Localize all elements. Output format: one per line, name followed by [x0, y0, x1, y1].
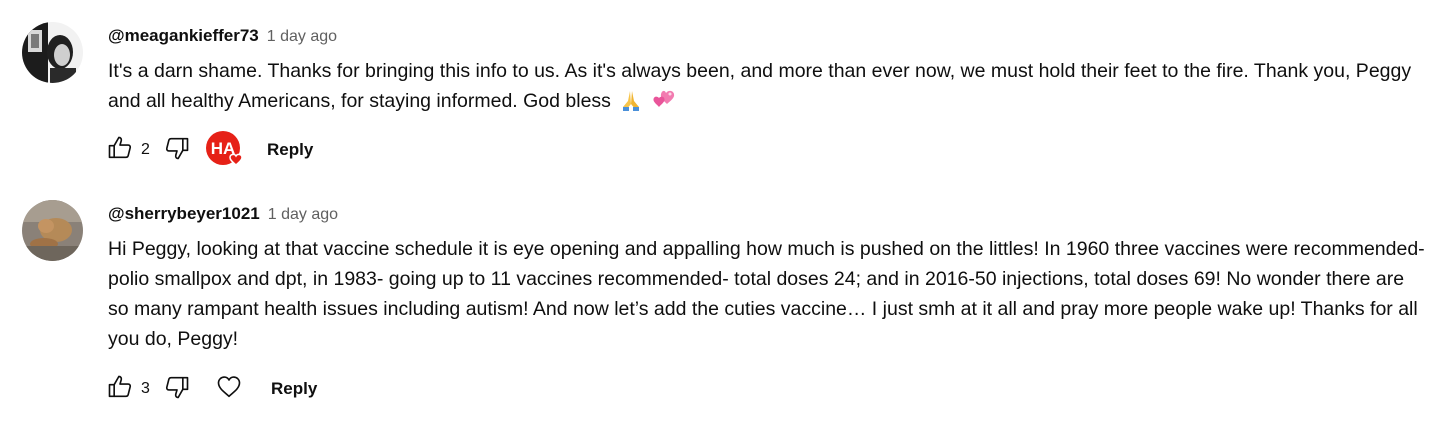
comment-timestamp[interactable]: 1 day ago: [268, 206, 338, 224]
creator-heart-badge[interactable]: HA: [205, 130, 245, 170]
comment-timestamp[interactable]: 1 day ago: [267, 28, 337, 46]
thumbs-down-icon: [163, 373, 191, 406]
comment-text: Hi Peggy, looking at that vaccine schedu…: [108, 234, 1428, 354]
heart-outline-icon: [215, 373, 243, 406]
avatar[interactable]: [22, 200, 83, 261]
dislike-button[interactable]: [161, 373, 193, 405]
two-hearts-icon: [652, 89, 676, 120]
folded-hands-icon: [620, 89, 642, 120]
comment-text: It's a darn shame. Thanks for bringing t…: [108, 56, 1428, 120]
reply-button[interactable]: Reply: [271, 375, 317, 403]
like-count: 3: [141, 380, 150, 397]
comment-author[interactable]: @sherrybeyer1021: [108, 204, 260, 224]
thumbs-down-icon: [163, 134, 191, 167]
comment-actions: 2 HA Reply: [104, 131, 313, 167]
comment-actions: 3 Reply: [104, 373, 317, 405]
thumbs-up-icon: [106, 134, 134, 167]
like-count: 2: [141, 141, 150, 158]
thumbs-up-icon: [106, 373, 134, 406]
comment-text-content: It's a darn shame. Thanks for bringing t…: [108, 60, 1412, 112]
reply-button[interactable]: Reply: [267, 136, 313, 164]
like-button[interactable]: [104, 134, 136, 166]
creator-heart-button[interactable]: [213, 373, 245, 405]
comment-author[interactable]: @meagankieffer73: [108, 26, 259, 46]
like-button[interactable]: [104, 373, 136, 405]
comment-text-content: Hi Peggy, looking at that vaccine schedu…: [108, 238, 1425, 350]
dislike-button[interactable]: [161, 134, 193, 166]
avatar[interactable]: [22, 22, 83, 83]
